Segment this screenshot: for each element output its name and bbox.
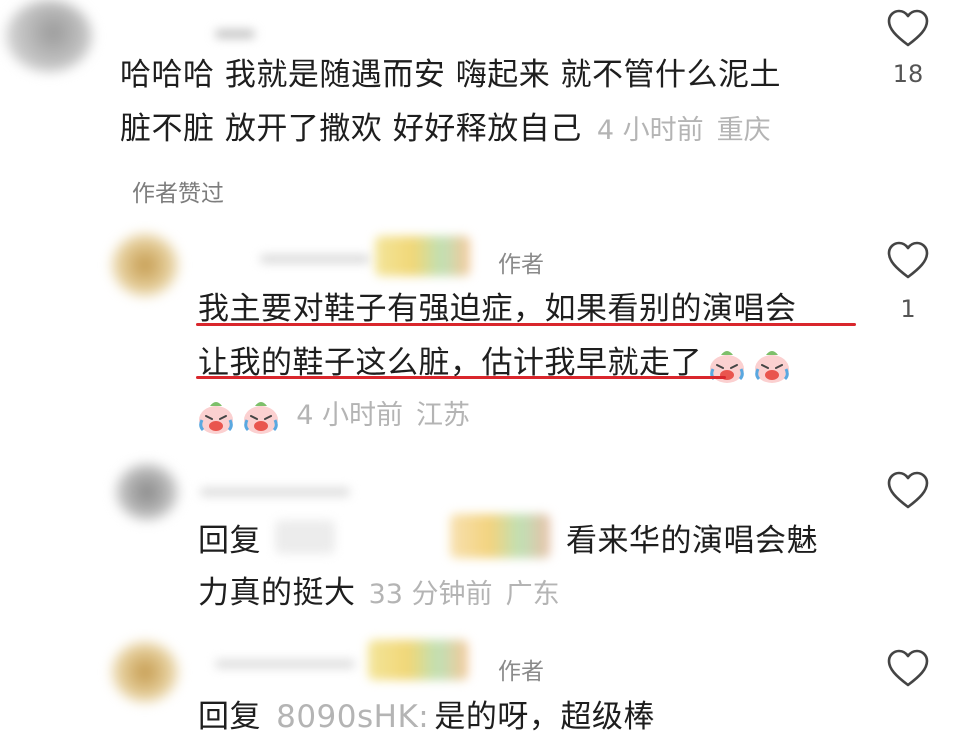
author-tag: 作者 [498, 659, 544, 685]
comment-text-line2-row: 力真的挺大 33 分钟前 广东 [198, 564, 560, 622]
crying-laughing-emoji-icon [244, 401, 279, 434]
avatar[interactable] [6, 0, 92, 72]
author-tag: 作者 [498, 252, 544, 278]
comment-text-line2: 力真的挺大 [198, 575, 356, 611]
comment-time: 4 小时前 [596, 115, 704, 146]
avatar[interactable] [112, 234, 178, 296]
reply-prefix: 回复 [198, 699, 261, 735]
comment-location: 重庆 [716, 115, 771, 146]
author-liked-label: 作者赞过 [132, 181, 224, 207]
like-count: 18 [892, 60, 924, 88]
comment-text-line1: 哈哈哈 我就是随遇而安 嗨起来 就不管什么泥土 [120, 57, 782, 93]
reply-to-username[interactable]: 8090sHK: [276, 699, 429, 735]
comment-text-line1: 看来华的演唱会魅 [566, 523, 818, 559]
username-blurred[interactable] [215, 30, 255, 38]
crying-laughing-emoji-icon [755, 350, 790, 383]
comment-text-line1: 是的呀，超级棒 [434, 699, 655, 735]
like-count: 1 [900, 295, 916, 323]
crying-laughing-emoji-icon [199, 401, 233, 434]
comment-time: 4 小时前 [296, 400, 403, 431]
comment-text-line2-row: 让我的鞋子这么脏，估计我早就走了 [198, 334, 792, 392]
username-emoji-blurred[interactable] [375, 236, 470, 276]
comment-location: 江苏 [416, 400, 471, 431]
heart-outline-icon[interactable] [886, 8, 930, 48]
username-blurred[interactable] [260, 255, 370, 263]
avatar[interactable] [116, 464, 178, 520]
comment-meta-row: 4 小时前 江苏 [196, 393, 470, 439]
username-emoji-blurred[interactable] [368, 640, 468, 680]
username-blurred[interactable] [215, 660, 355, 668]
heart-outline-icon[interactable] [886, 648, 930, 688]
reply-text-line1-row: 回复 [198, 512, 261, 570]
comment-text-line1: 我主要对鞋子有强迫症，如果看别的演唱会 [198, 291, 797, 327]
reply-to-username-blurred[interactable] [275, 520, 335, 554]
username-blurred[interactable] [200, 488, 350, 496]
highlight-underline-1 [196, 323, 856, 326]
comment-location: 广东 [505, 579, 560, 610]
reply-prefix: 回复 [198, 523, 261, 559]
comment-text-line2: 脏不脏 放开了撒欢 好好释放自己 [120, 111, 582, 147]
reply-to-emoji-blurred[interactable] [450, 514, 550, 558]
comment-text-line2-row: 脏不脏 放开了撒欢 好好释放自己 4 小时前 重庆 [120, 100, 771, 158]
heart-outline-icon[interactable] [886, 470, 930, 510]
comment-time: 33 分钟前 [368, 579, 493, 610]
heart-outline-icon[interactable] [886, 240, 930, 280]
avatar[interactable] [112, 642, 178, 702]
highlight-underline-2 [196, 376, 726, 379]
reply-text-row: 回复 8090sHK: 是的呀，超级棒 [198, 688, 655, 746]
